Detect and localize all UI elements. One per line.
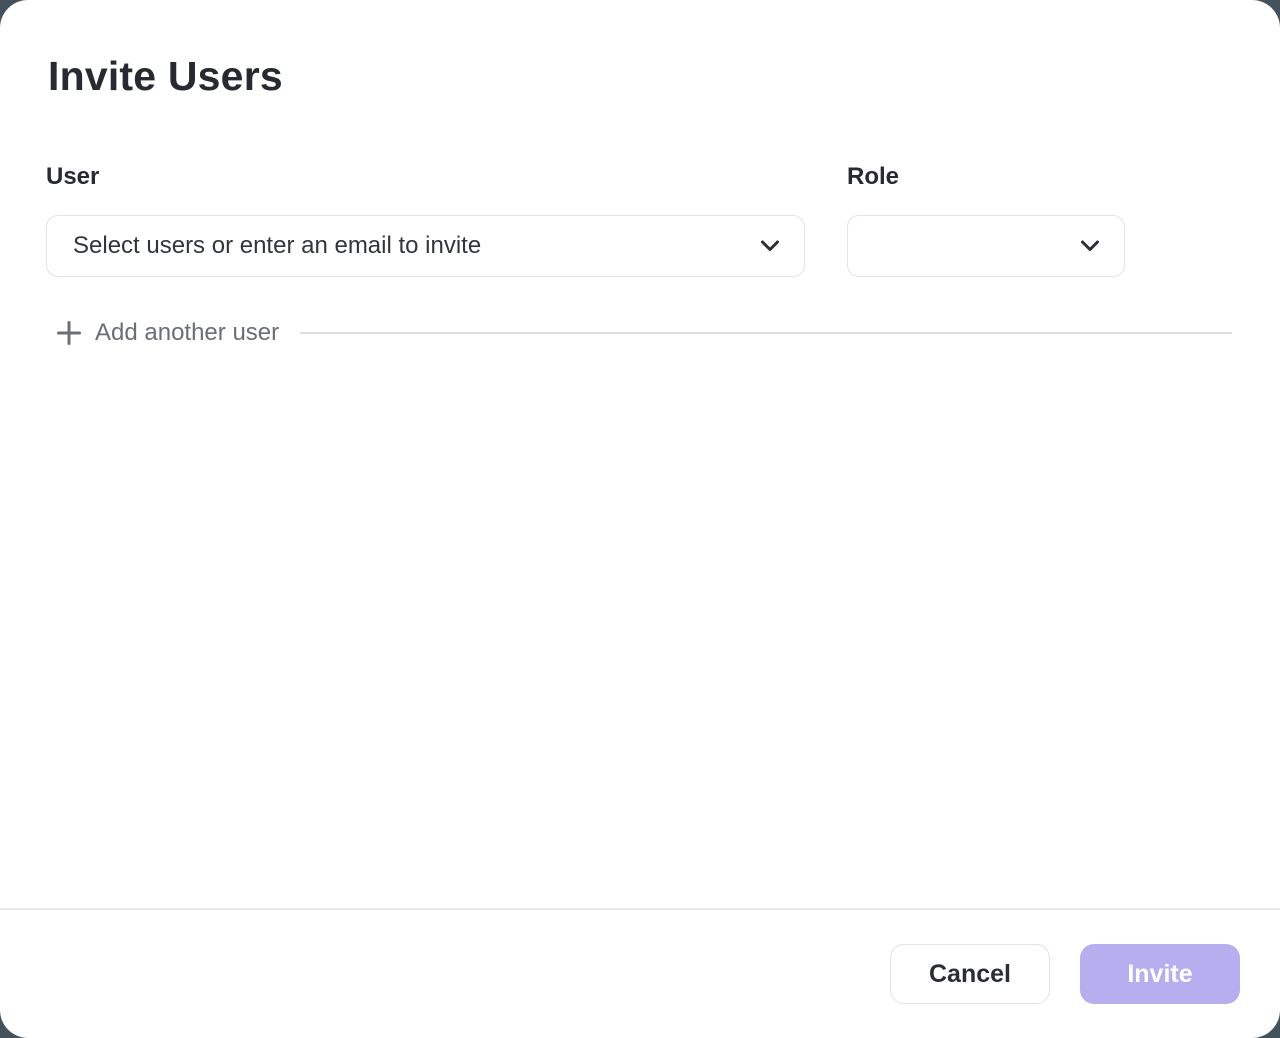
role-field-label: Role <box>847 163 1125 192</box>
user-field: User Select users or enter an email to i… <box>46 163 805 277</box>
invite-form-row: User Select users or enter an email to i… <box>46 163 1232 277</box>
modal-footer: Cancel Invite <box>0 908 1280 1038</box>
plus-icon <box>56 320 82 346</box>
add-user-divider <box>300 332 1232 334</box>
chevron-down-icon <box>760 240 780 252</box>
modal-title: Invite Users <box>48 52 1232 101</box>
add-another-user-row: Add another user <box>46 317 1232 348</box>
role-field: Role <box>847 163 1125 277</box>
invite-button[interactable]: Invite <box>1080 944 1240 1004</box>
user-select[interactable]: Select users or enter an email to invite <box>46 215 805 277</box>
invite-users-modal: Invite Users User Select users or enter … <box>0 0 1280 1038</box>
user-field-label: User <box>46 163 805 192</box>
modal-body: Invite Users User Select users or enter … <box>0 0 1280 908</box>
add-another-user-label: Add another user <box>95 317 279 348</box>
cancel-button[interactable]: Cancel <box>890 944 1050 1004</box>
chevron-down-icon <box>1080 240 1100 252</box>
role-select[interactable] <box>847 215 1125 277</box>
user-select-placeholder: Select users or enter an email to invite <box>73 232 760 260</box>
add-another-user-button[interactable]: Add another user <box>46 317 279 348</box>
